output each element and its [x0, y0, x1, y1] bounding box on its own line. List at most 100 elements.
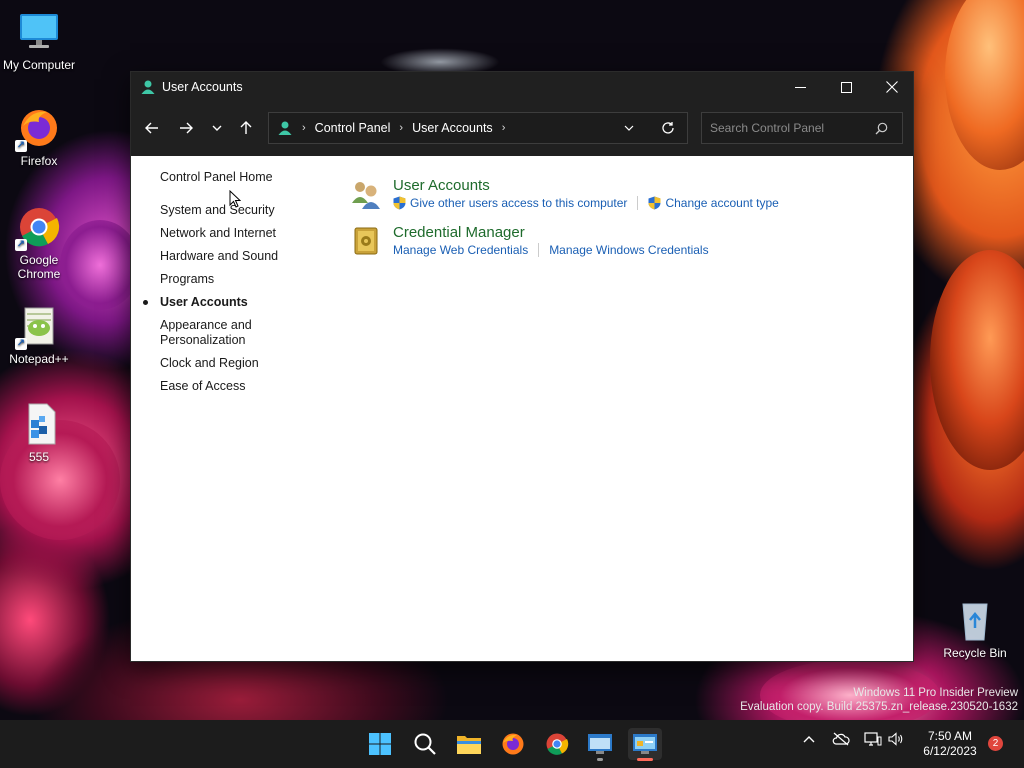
link-divider: [538, 243, 540, 257]
taskbar-clock[interactable]: 7:50 AM 6/12/2023: [910, 729, 990, 759]
close-button[interactable]: [869, 72, 915, 102]
breadcrumb-control-panel[interactable]: Control Panel: [315, 121, 391, 135]
monitor-icon: [17, 10, 61, 54]
desktop-icon-firefox[interactable]: ↗ Firefox: [0, 106, 78, 168]
taskbar-chrome[interactable]: [541, 728, 573, 760]
onedrive-tray-icon[interactable]: [832, 732, 850, 749]
desktop-icon-recycle-bin[interactable]: Recycle Bin: [936, 598, 1014, 660]
address-bar[interactable]: › Control Panel › User Accounts ›: [268, 112, 688, 144]
desktop-icon-label: Notepad++: [9, 352, 69, 366]
forward-button[interactable]: [173, 115, 199, 141]
network-icon: [864, 732, 882, 746]
search-icon[interactable]: [875, 122, 888, 135]
desktop-icon-my-computer[interactable]: My Computer: [0, 10, 78, 72]
chrome-icon: ↗: [15, 205, 61, 251]
clock-date: 6/12/2023: [923, 744, 977, 758]
firefox-icon: [502, 733, 524, 755]
taskbar-file-explorer[interactable]: [453, 728, 485, 760]
nav-ease-of-access[interactable]: Ease of Access: [160, 379, 310, 394]
network-tray-icon[interactable]: [864, 732, 882, 749]
shortcut-arrow-icon: ↗: [15, 140, 27, 152]
desktop-icon-label: My Computer: [2, 58, 76, 72]
chevron-down-icon: [624, 125, 634, 131]
desktop-icon-555[interactable]: 555: [0, 402, 78, 464]
windows-watermark: Windows 11 Pro Insider Preview Evaluatio…: [740, 686, 1018, 714]
control-panel-content: Control Panel Home System and Security N…: [131, 156, 913, 661]
user-accounts-heading[interactable]: User Accounts: [393, 177, 779, 194]
show-hidden-icons-button[interactable]: [802, 732, 816, 749]
watermark-edition: Windows 11 Pro Insider Preview: [853, 687, 1018, 699]
manage-web-credentials-link[interactable]: Manage Web Credentials: [393, 243, 528, 257]
shortcut-arrow-icon: ↗: [15, 239, 27, 251]
category-credential-manager: Credential Manager Manage Web Credential…: [349, 224, 709, 258]
search-icon: [414, 733, 436, 755]
desktop-icon-label: 555: [28, 450, 50, 464]
breadcrumb-chevron-icon[interactable]: ›: [502, 122, 506, 134]
address-history-dropdown[interactable]: [623, 122, 635, 134]
recent-locations-button[interactable]: [204, 115, 230, 141]
user-accounts-app-icon: [140, 79, 156, 95]
back-button[interactable]: [139, 115, 165, 141]
arrow-right-icon: [180, 122, 193, 134]
maximize-button[interactable]: [823, 72, 869, 102]
chevron-down-icon: [212, 125, 222, 131]
shortcut-arrow-icon: ↗: [15, 338, 27, 350]
manage-windows-credentials-link[interactable]: Manage Windows Credentials: [549, 243, 708, 257]
nav-clock-and-region[interactable]: Clock and Region: [160, 356, 310, 371]
taskbar-firefox[interactable]: [497, 728, 529, 760]
chevron-up-icon: [803, 736, 815, 743]
breadcrumb-user-accounts[interactable]: User Accounts: [412, 121, 493, 135]
running-indicator: [597, 758, 603, 761]
nav-programs[interactable]: Programs: [160, 272, 310, 287]
volume-tray-icon[interactable]: [888, 732, 904, 749]
nav-appearance-and-personalization[interactable]: Appearance and Personalization: [160, 318, 270, 348]
taskbar-control-panel[interactable]: [628, 728, 662, 761]
nav-control-panel-home[interactable]: Control Panel Home: [160, 170, 310, 185]
notification-badge[interactable]: 2: [988, 736, 1003, 751]
credential-vault-icon: [349, 224, 383, 258]
cloud-offline-icon: [832, 732, 850, 746]
active-indicator: [637, 758, 653, 761]
nav-hardware-and-sound[interactable]: Hardware and Sound: [160, 249, 310, 264]
refresh-button[interactable]: [661, 121, 675, 135]
watermark-build: Evaluation copy. Build 25375.zn_release.…: [740, 701, 1018, 713]
speaker-icon: [888, 732, 903, 746]
registry-file-icon: [17, 402, 61, 446]
up-button[interactable]: [233, 115, 259, 141]
breadcrumb-chevron-icon[interactable]: ›: [399, 122, 403, 134]
desktop-icon-label: Recycle Bin: [943, 646, 1007, 660]
taskbar-search-button[interactable]: [409, 728, 441, 760]
app-window-icon: [588, 734, 612, 754]
control-panel-icon: [633, 734, 657, 754]
refresh-icon: [662, 122, 674, 134]
clock-time: 7:50 AM: [927, 729, 973, 743]
nav-network-and-internet[interactable]: Network and Internet: [160, 226, 310, 241]
arrow-left-icon: [145, 122, 158, 134]
user-accounts-window: User Accounts › Control Panel › User Acc…: [130, 71, 914, 662]
start-button[interactable]: [364, 728, 396, 760]
firefox-icon: ↗: [15, 106, 61, 152]
window-title: User Accounts: [162, 80, 243, 94]
arrow-up-icon: [240, 121, 252, 134]
desktop-icon-google-chrome[interactable]: ↗ Google Chrome: [0, 205, 78, 281]
desktop-icon-label: Firefox: [20, 154, 58, 168]
category-user-accounts: User Accounts Give other users access to…: [349, 177, 779, 211]
windows-logo-icon: [369, 733, 391, 755]
desktop-icon-notepad-plus-plus[interactable]: ↗ Notepad++: [0, 304, 78, 366]
uac-shield-icon: [393, 196, 406, 210]
notepad-plus-plus-icon: ↗: [15, 304, 61, 350]
search-input[interactable]: [702, 120, 872, 136]
search-box[interactable]: [701, 112, 903, 144]
user-accounts-location-icon: [277, 120, 293, 136]
mouse-cursor-icon: [229, 189, 242, 213]
minimize-icon: [794, 86, 806, 88]
maximize-icon: [840, 81, 852, 93]
taskbar: 7:50 AM 6/12/2023 2: [0, 720, 1024, 768]
credential-manager-heading[interactable]: Credential Manager: [393, 224, 709, 241]
taskbar-app-window[interactable]: [584, 728, 616, 761]
give-other-users-access-link[interactable]: Give other users access to this computer: [410, 196, 627, 210]
window-titlebar[interactable]: User Accounts: [131, 72, 913, 102]
change-account-type-link[interactable]: Change account type: [665, 196, 778, 210]
minimize-button[interactable]: [777, 72, 823, 102]
nav-user-accounts[interactable]: User Accounts: [143, 295, 310, 310]
